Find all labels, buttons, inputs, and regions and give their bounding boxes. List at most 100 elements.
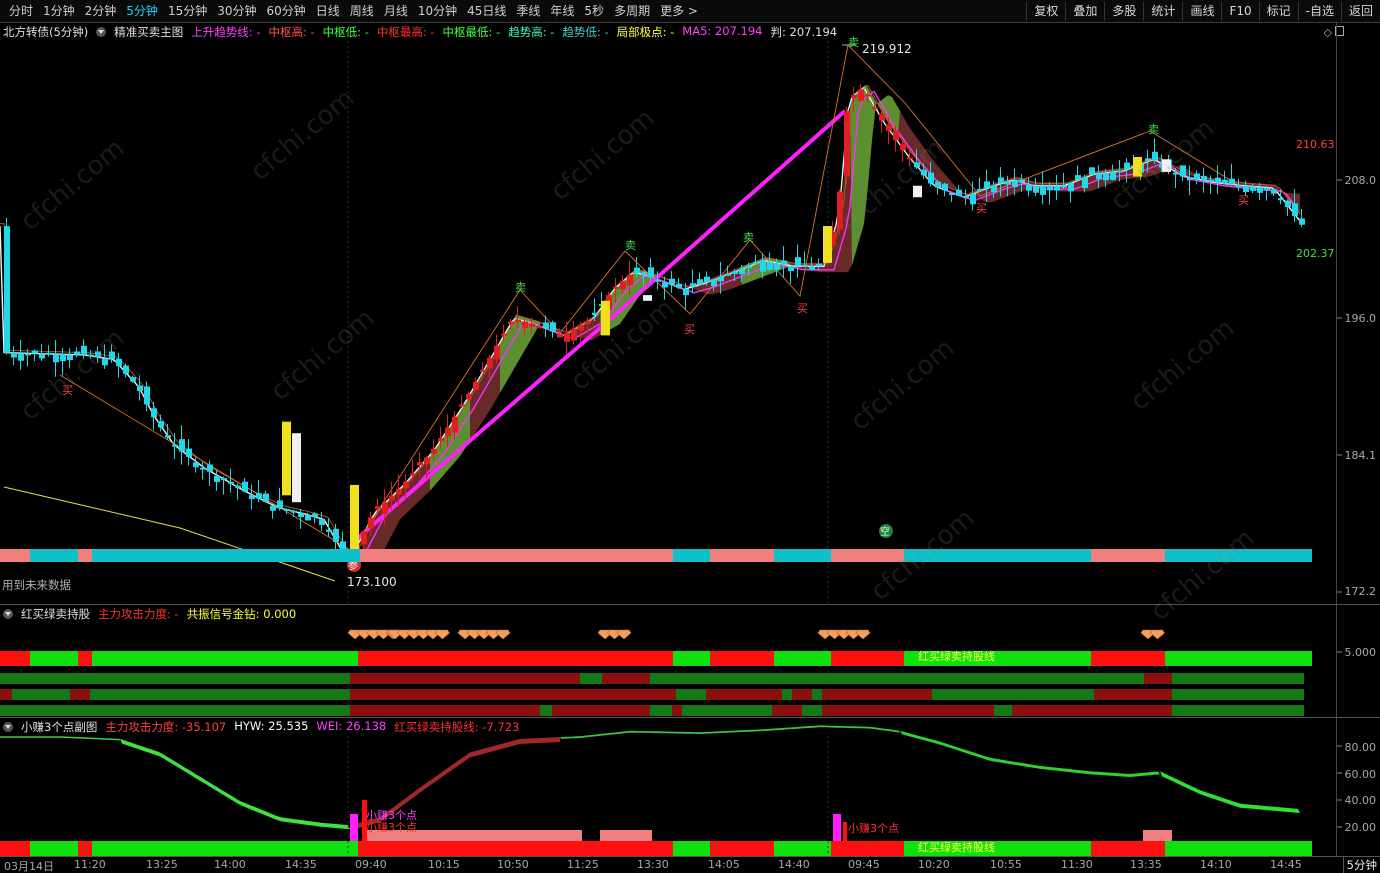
long-ma-line [3,486,336,582]
sub-toggle-icon[interactable] [3,722,13,732]
period-tab[interactable]: 5秒 [579,3,609,20]
highlight-candle [913,185,922,198]
time-tick-label: 13:30 [637,858,669,871]
attack-bar [350,814,358,841]
indicator-field: 中枢低: - [322,25,369,39]
hold-signal-segment [30,651,78,666]
period-tab[interactable]: 日线 [311,3,345,20]
state-strip-segment [831,549,904,562]
tool-button[interactable]: 复权 [1026,2,1065,21]
signal-bar-segment [350,673,580,684]
hold-signal-segment [78,651,92,666]
sub-name[interactable]: 小赚3个点副图 [21,719,97,735]
period-tab[interactable]: 30分钟 [212,3,261,20]
candle [690,269,696,294]
signal-bar-segment [90,689,350,700]
main-chart-panel[interactable]: 219.912 173.100 210.63 202.37 买卖卖买卖买卖买卖买空参 北… [0,23,1380,604]
period-tab[interactable]: 60分钟 [262,3,311,20]
candle [1110,164,1116,181]
sell-marker: 卖 [743,231,754,244]
signal-bar-segment [672,705,682,716]
highlight-candle [601,300,610,336]
sell-marker: 卖 [1148,123,1159,136]
indicator-field: MA5: 207.194 [682,24,763,38]
period-tab[interactable]: 更多 > [655,3,703,20]
candle [844,107,850,185]
tool-button[interactable]: 多股 [1104,2,1143,21]
time-tick-label: 14:45 [1270,858,1302,871]
tool-button[interactable]: 叠加 [1065,2,1104,21]
signal-toggle-icon[interactable] [3,609,13,619]
tool-button[interactable]: 统计 [1143,2,1182,21]
indicator-toggle-icon[interactable] [96,27,107,37]
axis-tick-label: 196.0 [1344,312,1377,325]
indicator-name[interactable]: 精准买卖主图 [114,24,183,40]
sell-marker: 卖 [625,239,636,252]
tool-button[interactable]: 画线 [1182,2,1221,21]
signal-bar-segment [932,689,1094,700]
hold-signal-segment [710,841,774,856]
price-axis[interactable]: 208.0 196.0 184.1 172.2 [1336,23,1380,604]
axis-tick-label: 5.000 [1344,646,1377,659]
period-tab[interactable]: 年线 [545,3,579,20]
time-tick-label: 10:15 [428,858,460,871]
period-tab[interactable]: 多周期 [609,3,655,20]
low-price-label: 173.100 [347,575,397,589]
period-tab[interactable]: 季线 [511,3,545,20]
period-tab[interactable]: 2分钟 [80,3,122,20]
indicator-values: 上升趋势线: - 中枢高: - 中枢低: - 中枢最高: - 中枢最低: - 趋势高: -… [191,24,837,40]
signal-bar-segment [602,673,650,684]
axis-tick-label: 40.00 [1344,794,1377,807]
signal-axis[interactable]: 5.000 [1336,605,1380,718]
candlestick-chart[interactable]: 219.912173.100210.63202.37买卖卖买卖买卖买卖买空参 [0,23,1380,604]
buy-marker: 买 [976,202,987,215]
candle [795,244,801,278]
hold-signal-segment [78,841,92,856]
time-tick-label: 03月14日 [4,860,54,873]
high-price-label: 219.912 [862,42,912,56]
period-tab[interactable]: 5分钟 [121,3,163,20]
gold-diamond-icon [435,629,450,640]
signal-bar-segment [822,689,932,700]
candle [725,265,731,276]
time-tick-label: 13:35 [1130,858,1162,871]
small-profit-tag: 小赚3个点 [366,808,417,822]
hold-line-label: 红买绿卖持股线 [918,649,995,663]
signal-bar-segment [1172,673,1304,684]
candle [242,477,248,493]
lower-level-label: 202.37 [1296,247,1335,260]
signal-panel[interactable]: 红买绿卖持股线 红买绿卖持股 主力攻击力度: - 共振信号金钻: 0.000 5.… [0,604,1380,718]
candle [942,182,948,197]
sub-chart-panel[interactable]: 小赚3个点 小赚3个点 小赚3个点 红买绿卖持股线 小赚3个点副图 主力攻击力度: -… [0,717,1380,857]
period-badge[interactable]: 5分钟 [1342,857,1380,873]
tool-button[interactable]: F10 [1221,2,1258,21]
period-tab[interactable]: 1分钟 [38,3,80,20]
candle [1271,188,1277,197]
sub-axis[interactable]: 80.00 60.00 40.00 20.00 [1336,718,1380,857]
candle [956,184,962,197]
period-tab[interactable]: 月线 [379,3,413,20]
state-strip-segment [1165,549,1312,562]
period-tab[interactable]: 15分钟 [163,3,212,20]
candle [1180,165,1186,182]
candle [550,320,556,338]
period-tab[interactable]: 45日线 [462,3,511,20]
sub-chart[interactable]: 小赚3个点小赚3个点 小赚3个点红买绿卖持股线 [0,718,1380,857]
time-tick-label: 10:55 [990,858,1022,871]
oscillator-ribbon [900,730,1160,777]
tool-button[interactable]: 标记 [1258,2,1298,21]
signal-bar-segment [706,689,782,700]
period-tab[interactable]: 分时 [4,3,38,20]
state-strip-segment [1091,549,1165,562]
signal-bar-segment [580,673,602,684]
time-tick-label: 14:40 [778,858,810,871]
period-tab[interactable]: 周线 [345,3,379,20]
time-tick-label: 11:20 [74,858,106,871]
signal-name[interactable]: 红买绿卖持股 [21,606,90,622]
hold-signal-segment [1091,651,1165,666]
panel-settings-icons[interactable]: ◇ [1324,26,1332,39]
hold-signal-segment [358,841,673,856]
tool-button[interactable]: 返回 [1340,2,1380,21]
tool-button[interactable]: -自选 [1297,2,1341,21]
period-tab[interactable]: 10分钟 [413,3,462,20]
